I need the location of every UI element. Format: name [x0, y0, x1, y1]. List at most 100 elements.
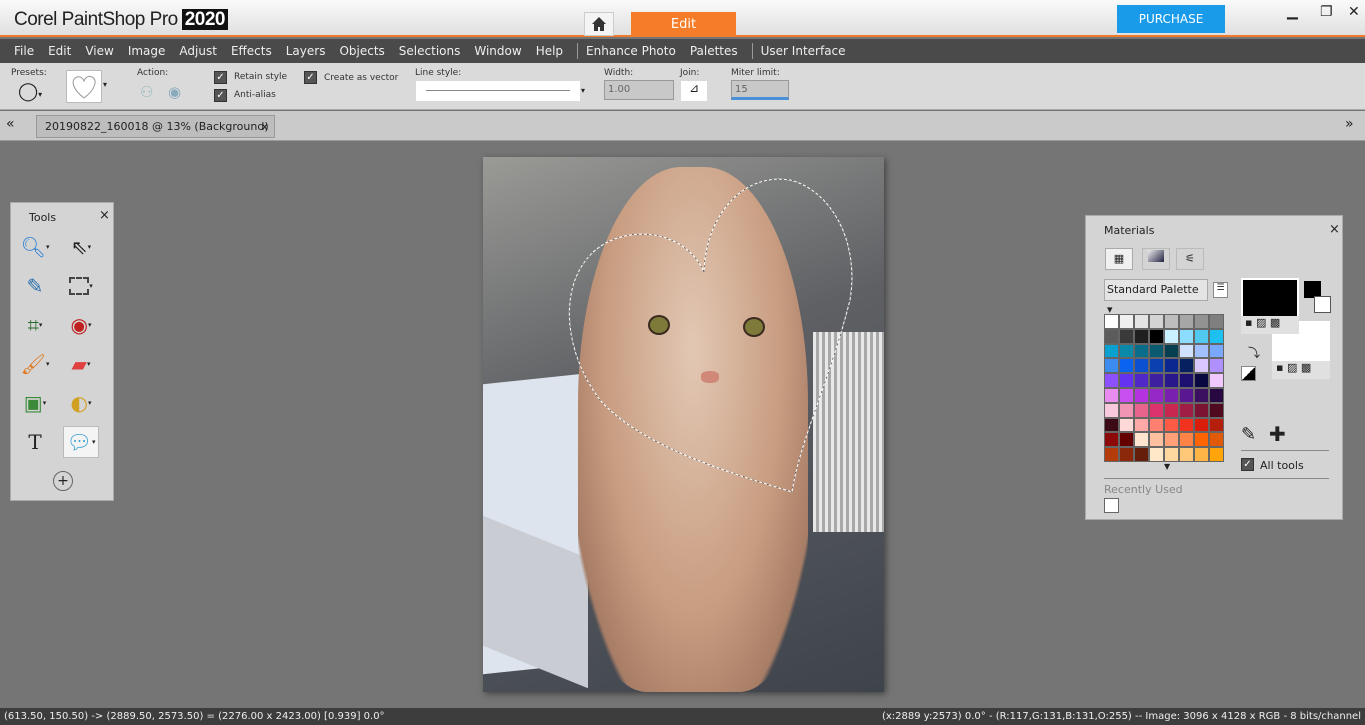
color-swatch[interactable] — [1209, 447, 1224, 462]
line-style-dropdown[interactable] — [416, 81, 580, 101]
tab-adjust[interactable]: ⚟ — [1176, 248, 1204, 270]
color-swatch[interactable] — [1164, 373, 1179, 388]
preset-shape-tool[interactable]: 💬︎ ▾ — [63, 426, 99, 458]
color-swatch[interactable] — [1134, 358, 1149, 374]
color-swatch[interactable] — [1179, 387, 1194, 403]
bg-mini-swatch[interactable] — [1314, 296, 1331, 313]
color-swatch[interactable] — [1149, 402, 1164, 418]
flood-fill-tool[interactable]: ▣ ▾ — [17, 387, 53, 419]
color-swatch[interactable] — [1194, 432, 1209, 448]
color-swatch[interactable] — [1179, 358, 1194, 374]
color-swatch[interactable] — [1119, 387, 1134, 403]
purchase-button[interactable]: PURCHASE — [1117, 5, 1225, 33]
color-swatch[interactable] — [1119, 417, 1134, 433]
menu-image[interactable]: Image — [128, 44, 173, 58]
menu-selections[interactable]: Selections — [399, 44, 468, 58]
color-swatch[interactable] — [1119, 328, 1134, 344]
minimize-button[interactable]: ▁ — [1287, 4, 1298, 20]
color-swatch[interactable] — [1209, 387, 1224, 403]
close-button[interactable]: ✕ — [1348, 4, 1360, 20]
background-style-buttons[interactable]: ▪ ▨ ▩ — [1272, 361, 1330, 379]
color-swatch[interactable] — [1209, 402, 1224, 418]
dodge-tool[interactable]: ◐ ▾ — [63, 387, 99, 419]
text-tool[interactable]: T — [17, 426, 53, 458]
red-eye-tool[interactable]: ◉ ▾ — [63, 309, 99, 341]
palette-select[interactable]: Standard Palette ▾ — [1104, 279, 1208, 316]
tab-gradient[interactable] — [1142, 248, 1170, 270]
color-swatch[interactable] — [1104, 343, 1119, 359]
palette-expand-arrow[interactable]: ▼ — [1164, 462, 1170, 471]
color-swatch[interactable] — [1149, 387, 1164, 403]
color-swatch[interactable] — [1194, 358, 1209, 374]
color-swatch[interactable] — [1134, 328, 1149, 344]
menu-help[interactable]: Help — [536, 44, 570, 58]
color-swatch[interactable] — [1149, 328, 1164, 344]
menu-view[interactable]: View — [85, 44, 120, 58]
color-swatch[interactable] — [1104, 402, 1119, 418]
color-swatch[interactable] — [1134, 314, 1149, 329]
document-tab[interactable]: 20190822_160018 @ 13% (Background) x — [36, 115, 275, 138]
color-swatch[interactable] — [1104, 417, 1119, 433]
miter-stepper[interactable]: 15 — [731, 80, 789, 100]
color-swatch[interactable] — [1119, 432, 1134, 448]
color-swatch[interactable] — [1134, 343, 1149, 359]
zoom-tool[interactable]: 🔍︎ ▾ — [17, 231, 53, 263]
color-swatch[interactable] — [1119, 402, 1134, 418]
color-swatch[interactable] — [1119, 447, 1134, 462]
color-swatch[interactable] — [1149, 358, 1164, 374]
color-swatch[interactable] — [1209, 328, 1224, 344]
color-swatch[interactable] — [1194, 387, 1209, 403]
shape-dropdown-arrow[interactable]: ▾ — [103, 80, 107, 89]
eyedropper-icon[interactable]: ✎ — [1241, 424, 1256, 445]
color-swatch[interactable] — [1164, 314, 1179, 329]
color-swatch[interactable] — [1179, 447, 1194, 462]
menu-user-interface[interactable]: User Interface — [761, 44, 853, 58]
palette-menu-icon[interactable]: ☰ — [1213, 282, 1228, 298]
menu-enhance-photo[interactable]: Enhance Photo — [586, 44, 683, 58]
color-swatch[interactable] — [1209, 373, 1224, 388]
dropper-tool[interactable]: ✎ — [17, 270, 53, 302]
color-swatch[interactable] — [1149, 447, 1164, 462]
color-swatch[interactable] — [1104, 387, 1119, 403]
color-swatch[interactable] — [1194, 447, 1209, 462]
menu-window[interactable]: Window — [474, 44, 528, 58]
home-button[interactable] — [584, 12, 614, 36]
color-swatch[interactable] — [1104, 432, 1119, 448]
color-swatch[interactable] — [1119, 373, 1134, 388]
color-swatch[interactable] — [1164, 328, 1179, 344]
color-swatch[interactable] — [1179, 314, 1194, 329]
color-swatch[interactable] — [1164, 358, 1179, 374]
color-swatch[interactable] — [1209, 314, 1224, 329]
color-swatch[interactable] — [1149, 314, 1164, 329]
color-swatch[interactable] — [1209, 432, 1224, 448]
add-swatch-icon[interactable]: ✚ — [1269, 422, 1286, 446]
line-style-arrow[interactable]: ▾ — [581, 86, 585, 95]
color-swatch[interactable] — [1209, 343, 1224, 359]
shape-preview[interactable] — [66, 70, 102, 103]
color-swatch[interactable] — [1104, 373, 1119, 388]
color-swatch[interactable] — [1194, 373, 1209, 388]
color-swatch[interactable] — [1164, 432, 1179, 448]
join-dropdown[interactable]: ⊿ — [681, 81, 707, 101]
scroll-right-icon[interactable]: » — [1345, 116, 1354, 132]
add-tool-button[interactable]: + — [53, 471, 73, 491]
color-swatch[interactable] — [1134, 373, 1149, 388]
color-swatch[interactable] — [1134, 447, 1149, 462]
color-swatch[interactable] — [1119, 314, 1134, 329]
color-swatch[interactable] — [1194, 417, 1209, 433]
materials-close[interactable]: × — [1329, 222, 1340, 237]
color-swatch[interactable] — [1179, 402, 1194, 418]
all-tools-checkbox[interactable]: ✓ — [1241, 458, 1254, 471]
recent-swatch[interactable] — [1104, 498, 1119, 513]
create-vector-checkbox[interactable]: ✓ — [304, 71, 317, 84]
presets-dropdown[interactable]: ◯▾ — [18, 81, 42, 102]
color-swatch[interactable] — [1104, 328, 1119, 344]
anti-alias-checkbox[interactable]: ✓ — [214, 89, 227, 102]
menu-adjust[interactable]: Adjust — [179, 44, 224, 58]
color-swatch[interactable] — [1149, 373, 1164, 388]
menu-layers[interactable]: Layers — [286, 44, 333, 58]
paint-brush-tool[interactable]: 🖌︎ ▾ — [17, 348, 53, 380]
retain-style-checkbox[interactable]: ✓ — [214, 71, 227, 84]
color-swatch[interactable] — [1104, 447, 1119, 462]
menu-palettes[interactable]: Palettes — [690, 44, 745, 58]
